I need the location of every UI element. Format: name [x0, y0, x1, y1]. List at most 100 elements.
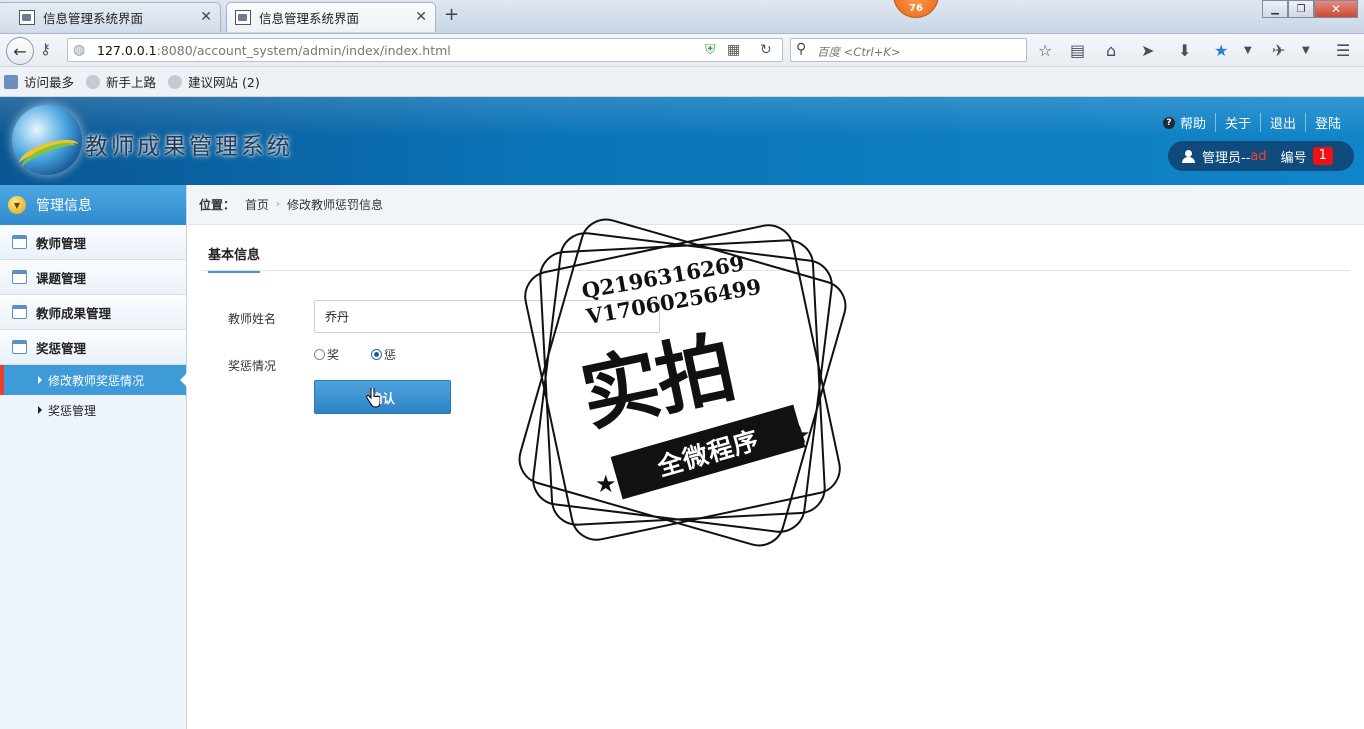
top-links: ? 帮助 关于 退出 登陆	[1154, 113, 1350, 132]
sidebar-item-label: 课题管理	[36, 270, 87, 286]
sidebar-item-teacher-management[interactable]: 教师管理	[0, 225, 186, 260]
watermark-stamp: Q2196316269 V17060256499 实拍 全微程序 ★ ★	[505, 205, 860, 560]
bookmarks-bar: 访问最多 新手上路 建议网站 (2)	[0, 67, 1364, 97]
user-role: 管理员--	[1202, 150, 1251, 166]
bookmark-getting-started[interactable]: 新手上路	[86, 72, 156, 91]
page-favicon-icon	[235, 10, 251, 25]
key-icon[interactable]: ⚷	[40, 40, 51, 58]
sidebar-subitem-rewards[interactable]: 奖惩管理	[0, 395, 186, 425]
help-link-label: 帮助	[1179, 117, 1206, 132]
addon-icon[interactable]: ✈	[1272, 41, 1285, 60]
caret-right-icon	[38, 406, 42, 414]
qr-code-icon[interactable]: ▦	[727, 42, 740, 58]
shield-icon[interactable]: ⛨	[705, 42, 716, 58]
chevron-down-icon: ▼	[8, 196, 26, 214]
sidebar-item-label: 奖惩管理	[36, 340, 87, 356]
close-tab-icon[interactable]: ✕	[200, 9, 212, 25]
help-link[interactable]: ? 帮助	[1154, 113, 1215, 132]
address-bar[interactable]: ◍ 127.0.0.1:8080/account_system/admin/in…	[67, 38, 783, 62]
star-icon: ★	[595, 470, 617, 498]
sidebar: ▼ 管理信息 教师管理 课题管理 教师成果管理 奖惩管理 修改教师奖惩情况 奖惩…	[0, 185, 187, 729]
bookmark-label: 新手上路	[106, 75, 157, 90]
breadcrumb-label: 位置：	[199, 198, 236, 212]
notification-badge[interactable]: 76	[893, 0, 939, 18]
browser-nav-bar: ← ⚷ ◍ 127.0.0.1:8080/account_system/admi…	[0, 34, 1364, 67]
menu-icon[interactable]: ☰	[1336, 41, 1350, 60]
sidebar-subitem-edit-rewards[interactable]: 修改教师奖惩情况	[0, 365, 187, 395]
sidebar-subitem-label: 修改教师奖惩情况	[48, 373, 145, 388]
bookmark-label: 建议网站 (2)	[188, 75, 260, 90]
window-controls: ▁ ❐ ✕	[1262, 0, 1358, 18]
globe-icon	[86, 74, 101, 89]
chevron-right-icon: ›	[276, 199, 281, 210]
reward-status-label: 奖惩情况	[228, 359, 277, 373]
sidebar-header-label: 管理信息	[36, 198, 92, 214]
id-badge: 1	[1312, 147, 1333, 165]
breadcrumb-home[interactable]: 首页	[245, 196, 269, 213]
star-icon: ★	[789, 421, 811, 449]
tab-basic-info[interactable]: 基本信息	[208, 244, 261, 273]
tab-title: 信息管理系统界面	[259, 11, 360, 26]
login-link[interactable]: 登陆	[1304, 113, 1350, 132]
globe-icon	[168, 74, 183, 89]
about-link[interactable]: 关于	[1214, 113, 1260, 132]
sidebar-item-achievement-management[interactable]: 教师成果管理	[0, 295, 186, 330]
reading-list-icon[interactable]: ▤	[1070, 41, 1085, 60]
hand-cursor-icon	[366, 388, 380, 408]
close-window-button[interactable]: ✕	[1314, 0, 1358, 18]
confirm-button[interactable]: 确认	[314, 380, 451, 414]
url-path: :8080/account_system/admin/index/index.h…	[156, 43, 451, 58]
bookmark-most-visited[interactable]: 访问最多	[4, 72, 74, 91]
sidebar-item-project-management[interactable]: 课题管理	[0, 260, 186, 295]
teacher-name-label: 教师姓名	[228, 312, 277, 326]
search-icon: ⚲	[796, 41, 807, 57]
punish-radio[interactable]	[371, 349, 383, 360]
extension-star-icon[interactable]: ★	[1214, 41, 1228, 60]
list-icon	[12, 235, 27, 249]
home-icon[interactable]: ⌂	[1106, 41, 1116, 60]
calendar-icon	[12, 270, 27, 284]
user-name: ad	[1250, 148, 1267, 164]
help-icon: ?	[1162, 116, 1175, 129]
site-identity-icon[interactable]: ◍	[73, 42, 85, 58]
send-icon[interactable]: ➤	[1141, 41, 1154, 60]
bookmark-suggested-sites[interactable]: 建议网站 (2)	[168, 72, 260, 91]
app-title: 教师成果管理系统	[85, 134, 293, 160]
calendar-icon	[12, 305, 27, 319]
user-icon	[1182, 149, 1195, 163]
breadcrumb-current: 修改教师惩罚信息	[287, 198, 384, 212]
browser-tab-bar: 信息管理系统界面 ✕ 信息管理系统界面 ✕ + 76 ▁ ❐ ✕	[0, 0, 1364, 34]
tab-title: 信息管理系统界面	[43, 11, 144, 26]
bookmark-folder-icon	[4, 74, 18, 89]
maximize-button[interactable]: ❐	[1288, 0, 1314, 18]
calendar-icon	[12, 340, 27, 354]
browser-tab-1[interactable]: 信息管理系统界面 ✕	[0, 2, 221, 32]
id-label: 编号	[1280, 150, 1307, 166]
chevron-down-icon[interactable]: ▼	[1244, 45, 1252, 56]
punish-radio-label: 惩	[384, 348, 397, 362]
new-tab-button[interactable]: +	[444, 4, 459, 25]
reload-icon[interactable]: ↻	[760, 42, 772, 58]
back-button[interactable]: ←	[6, 37, 34, 65]
search-bar[interactable]: ⚲ 百度 <Ctrl+K>	[790, 38, 1027, 62]
reward-radio[interactable]	[314, 349, 325, 360]
search-placeholder: 百度 <Ctrl+K>	[817, 45, 901, 59]
logout-link[interactable]: 退出	[1259, 113, 1305, 132]
reward-radio-label: 奖	[327, 348, 340, 362]
chevron-down-icon[interactable]: ▼	[1302, 45, 1310, 56]
sidebar-item-label: 教师成果管理	[36, 305, 112, 321]
sidebar-subitem-label: 奖惩管理	[48, 403, 97, 418]
minimize-button[interactable]: ▁	[1262, 0, 1288, 18]
browser-tab-2[interactable]: 信息管理系统界面 ✕	[226, 2, 436, 32]
bookmark-star-icon[interactable]: ☆	[1038, 41, 1052, 60]
reward-radio-group: 奖 惩	[314, 346, 396, 363]
sidebar-item-label: 教师管理	[36, 235, 87, 251]
bookmark-label: 访问最多	[24, 75, 75, 90]
close-tab-icon[interactable]: ✕	[415, 9, 427, 25]
sidebar-header[interactable]: ▼ 管理信息	[0, 185, 186, 225]
sidebar-item-reward-management[interactable]: 奖惩管理	[0, 330, 186, 365]
url-host: 127.0.0.1	[97, 43, 157, 58]
url-text: 127.0.0.1:8080/account_system/admin/inde…	[97, 43, 451, 58]
download-icon[interactable]: ⬇	[1178, 41, 1191, 60]
user-info: 管理员-- ad 编号 1	[1168, 141, 1354, 171]
